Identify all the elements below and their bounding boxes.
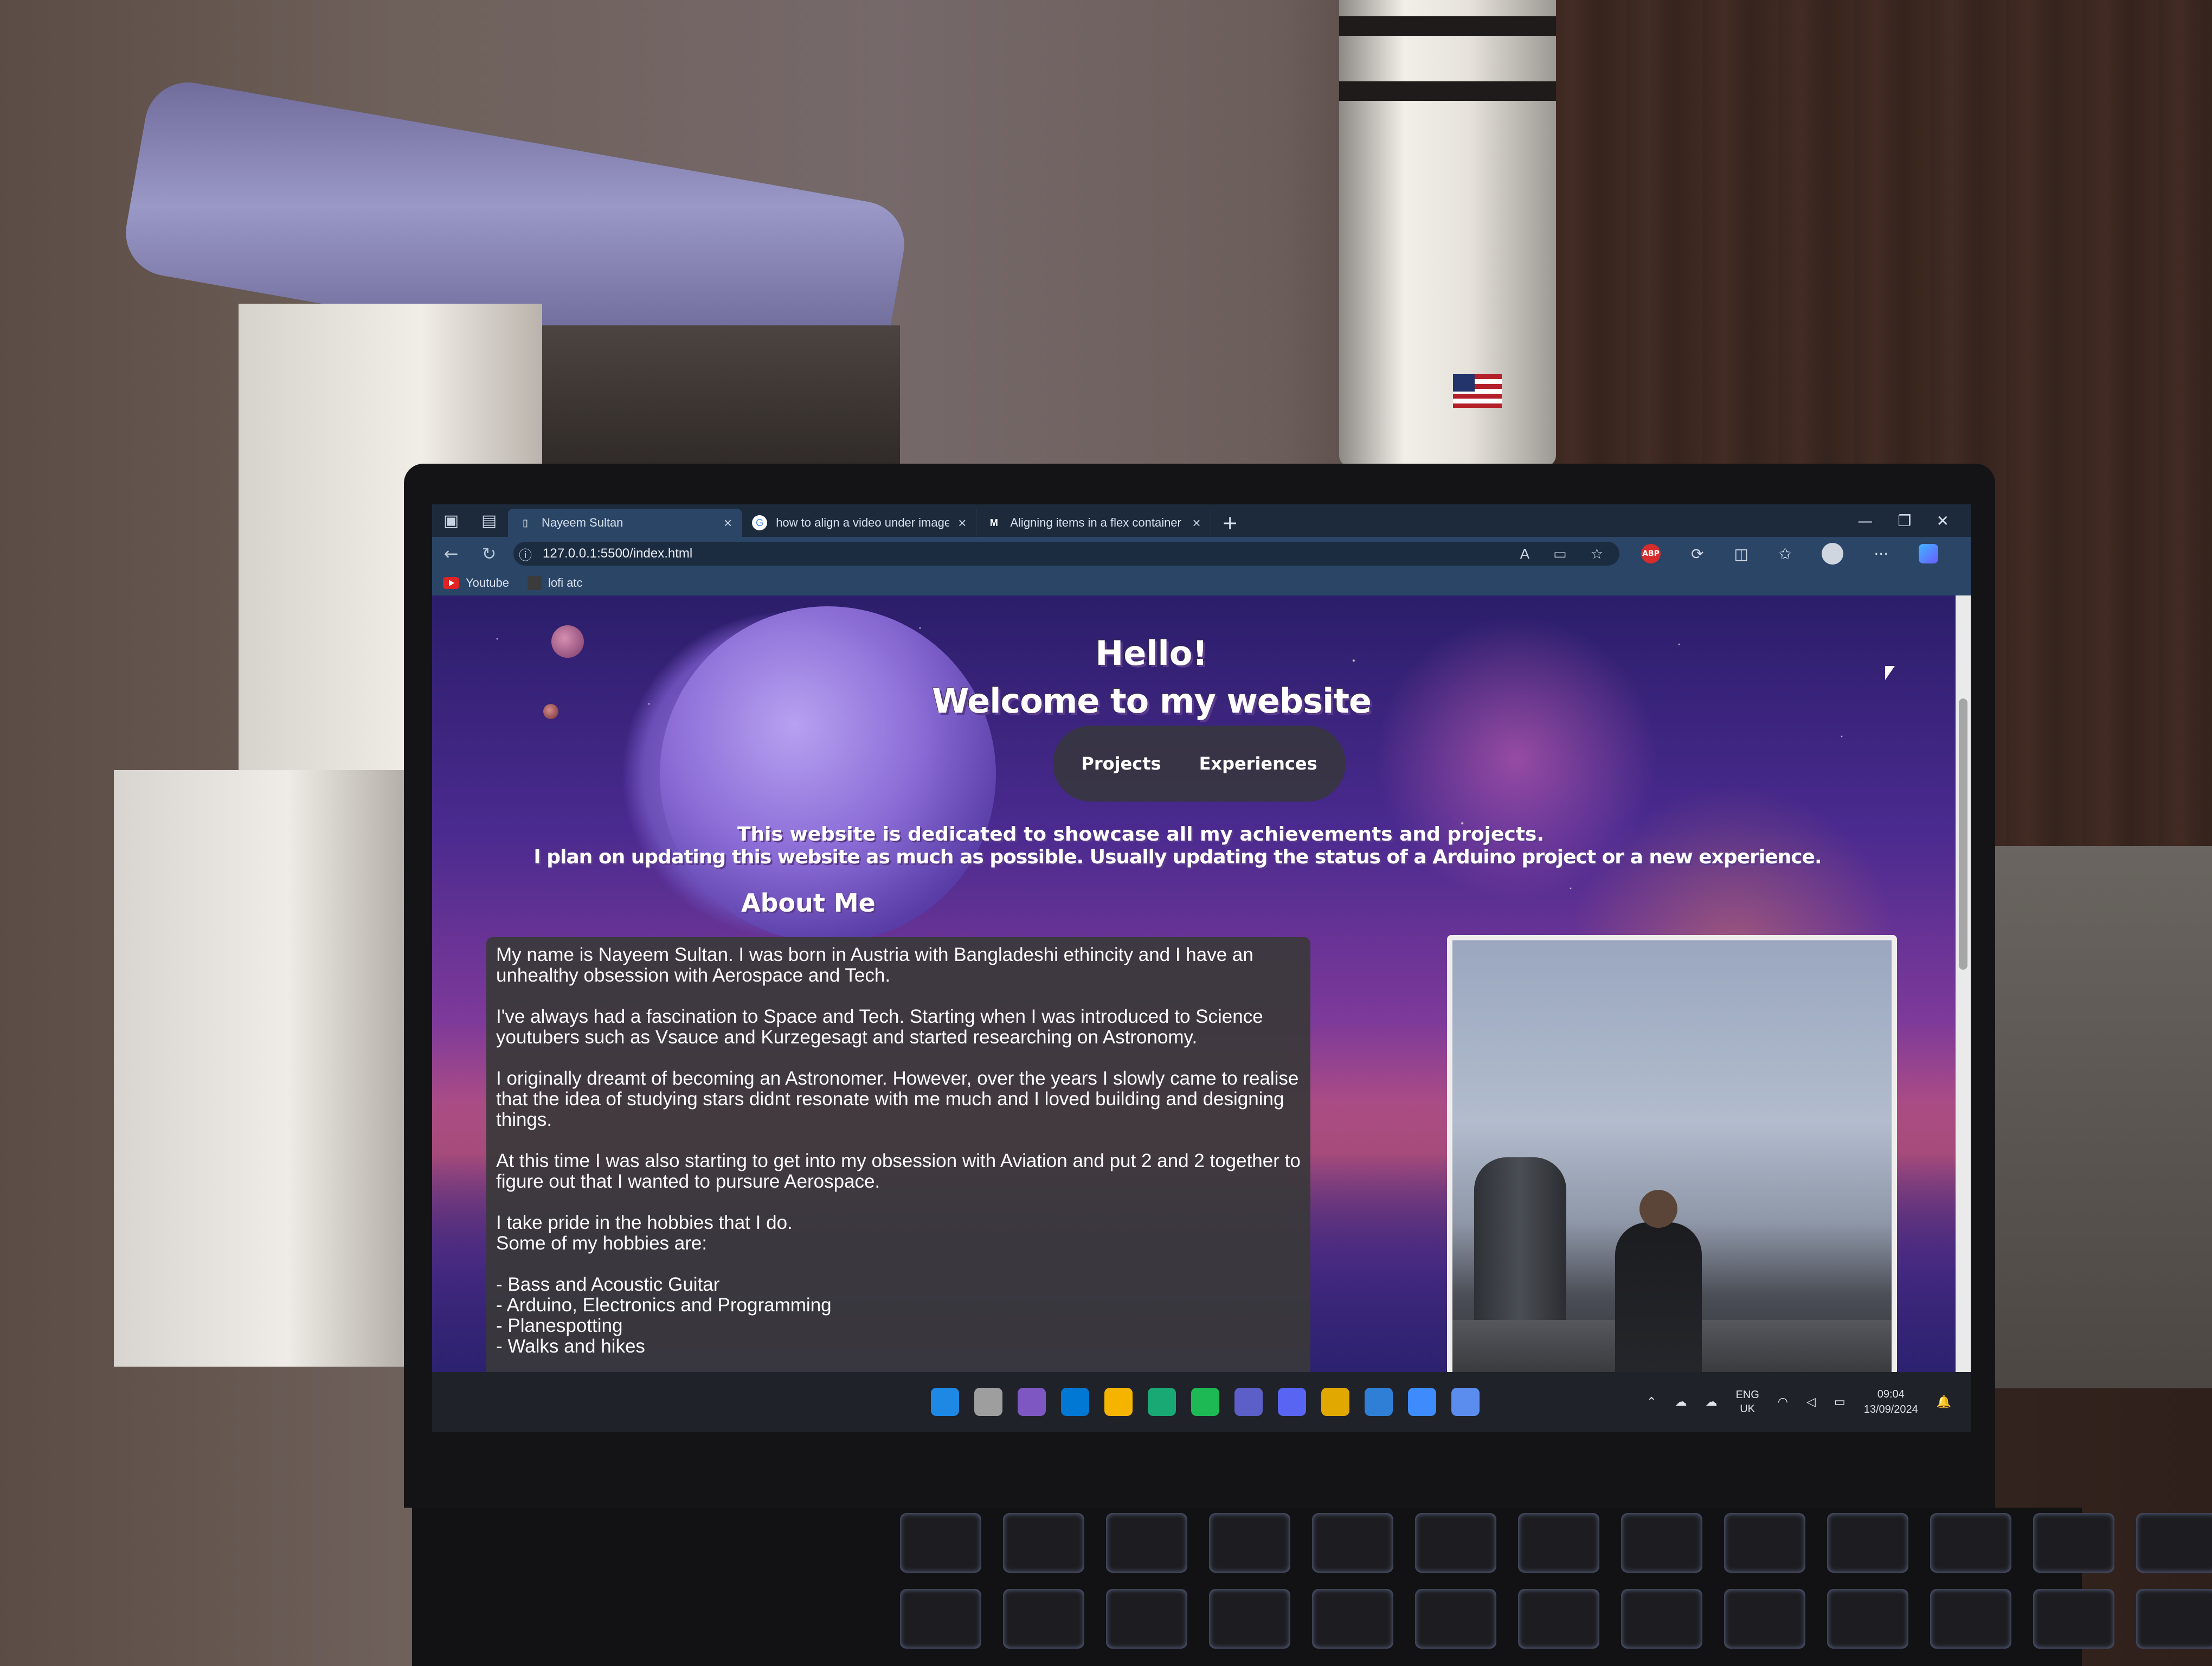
close-icon[interactable]: ×: [724, 515, 732, 531]
language-indicator[interactable]: ENG UK: [1735, 1388, 1759, 1416]
onedrive-icon[interactable]: ☁: [1675, 1395, 1687, 1409]
vscode-icon[interactable]: [1365, 1388, 1393, 1416]
chevron-up-icon[interactable]: ⌃: [1647, 1395, 1656, 1409]
clock[interactable]: 09:04 13/09/2024: [1864, 1387, 1918, 1417]
cloud-icon[interactable]: ☁: [1705, 1395, 1717, 1409]
system-tray: ⌃ ☁ ☁ ENG UK ◠ ◁ ▭ 09:04 13/09/2024 🔔: [1647, 1387, 1951, 1417]
profile-avatar[interactable]: [1822, 543, 1844, 565]
start-icon[interactable]: [931, 1388, 959, 1416]
taskbar-apps: [931, 1388, 1480, 1416]
tab-how-to-align-video[interactable]: G how to align a video under image ×: [742, 509, 977, 537]
youtube-icon: [443, 577, 459, 589]
adblock-icon[interactable]: ABP: [1641, 544, 1661, 563]
bookmarks-bar: Youtube lofi atc: [432, 571, 1971, 595]
outlook-icon[interactable]: [1061, 1388, 1089, 1416]
close-window-icon[interactable]: ✕: [1937, 512, 1949, 530]
workspaces-icon[interactable]: ▣: [432, 504, 470, 537]
scrollbar-thumb[interactable]: [1959, 699, 1967, 970]
laptop-screen: ▣ ▤ ▯ Nayeem Sultan × G how to align a v…: [432, 504, 1971, 1432]
refresh-icon[interactable]: ↻: [470, 543, 508, 564]
app-icon[interactable]: [1408, 1388, 1436, 1416]
spotify-icon[interactable]: [1191, 1388, 1219, 1416]
nav-experiences-link[interactable]: Experiences: [1199, 753, 1317, 774]
favorites-icon[interactable]: ✩: [1779, 545, 1791, 563]
hobby-item: - Walks and hikes: [496, 1336, 645, 1357]
tagline-line-1: This website is dedicated to showcase al…: [737, 823, 1545, 845]
back-icon[interactable]: ←: [432, 543, 470, 564]
tab-aligning-items[interactable]: M Aligning items in a flex container ×: [976, 509, 1211, 537]
tab-actions-icon[interactable]: ▤: [470, 504, 508, 537]
info-icon[interactable]: ⓘ: [513, 544, 537, 563]
mouse-cursor-icon: [1885, 666, 1895, 680]
more-icon[interactable]: ···: [1874, 545, 1888, 563]
mdn-icon: M: [989, 517, 998, 528]
rocket-model: [1339, 0, 1556, 466]
about-paragraph: Some of my hobbies are:: [496, 1233, 708, 1254]
favorite-star-icon[interactable]: ☆: [1591, 546, 1603, 562]
wifi-icon[interactable]: ◠: [1778, 1395, 1788, 1409]
teams-icon[interactable]: [1234, 1388, 1263, 1416]
bookmark-youtube[interactable]: Youtube: [443, 576, 509, 590]
address-bar-row: ← ↻ ⓘ 127.0.0.1:5500/index.html A ▭ ☆ AB…: [432, 537, 1971, 571]
bookmark-lofi-atc[interactable]: lofi atc: [527, 576, 583, 590]
page-icon: ▯: [523, 517, 528, 528]
us-flag-icon: [1453, 374, 1502, 408]
hobby-item: - Arduino, Electronics and Programming: [496, 1295, 832, 1316]
file-explorer-icon[interactable]: [1104, 1388, 1133, 1416]
person-shape: [1615, 1190, 1702, 1372]
url-field[interactable]: ⓘ 127.0.0.1:5500/index.html A ▭ ☆: [513, 542, 1619, 566]
minimize-icon[interactable]: —: [1857, 512, 1873, 530]
split-screen-icon[interactable]: ◫: [1734, 545, 1748, 563]
window-controls: — ❐ ✕: [1857, 504, 1971, 537]
shelf-items: [1984, 846, 2212, 1388]
tab-bar: ▣ ▤ ▯ Nayeem Sultan × G how to align a v…: [432, 504, 1971, 537]
restore-icon[interactable]: ❐: [1898, 512, 1911, 530]
web-page: Hello! Welcome to my website Projects Ex…: [432, 595, 1956, 1372]
copilot-icon[interactable]: [1919, 544, 1939, 563]
tab-nayeem-sultan[interactable]: ▯ Nayeem Sultan ×: [508, 509, 743, 537]
lofi-icon: [527, 576, 542, 590]
about-paragraph: I take pride in the hobbies that I do.: [496, 1212, 793, 1233]
app-icon[interactable]: [1321, 1388, 1349, 1416]
about-me-heading: About Me: [741, 888, 876, 918]
hobby-item: - Bass and Acoustic Guitar: [496, 1274, 720, 1295]
read-aloud-icon[interactable]: A: [1520, 546, 1529, 562]
battery-icon[interactable]: ▭: [1834, 1395, 1846, 1409]
copilot-taskbar-icon[interactable]: [1018, 1388, 1046, 1416]
immersive-reader-icon[interactable]: ▭: [1553, 546, 1567, 562]
about-paragraph: My name is Nayeem Sultan. I was born in …: [496, 944, 1253, 986]
notification-bell-icon[interactable]: 🔔: [1937, 1395, 1951, 1409]
about-paragraph: I originally dreamt of becoming an Astro…: [496, 1068, 1299, 1130]
nav-pill: Projects Experiences: [1053, 726, 1346, 802]
volume-icon[interactable]: ◁: [1806, 1395, 1816, 1409]
task-view-icon[interactable]: [974, 1388, 1002, 1416]
extensions: ABP ⟳ ◫ ✩ ···: [1641, 543, 1939, 565]
nav-projects-link[interactable]: Projects: [1081, 753, 1161, 774]
tagline-line-2: I plan on updating this website as much …: [533, 846, 1822, 868]
page-scrollbar[interactable]: [1956, 595, 1971, 1372]
app-icon[interactable]: [1451, 1388, 1480, 1416]
about-me-text-box: My name is Nayeem Sultan. I was born in …: [486, 937, 1310, 1372]
discord-icon[interactable]: [1278, 1388, 1306, 1416]
windows-taskbar: ⌃ ☁ ☁ ENG UK ◠ ◁ ▭ 09:04 13/09/2024 🔔: [432, 1372, 1971, 1432]
sync-extension-icon[interactable]: ⟳: [1691, 545, 1703, 563]
edge-icon[interactable]: [1148, 1388, 1176, 1416]
laptop: ▣ ▤ ▯ Nayeem Sultan × G how to align a v…: [404, 464, 1995, 1508]
about-paragraph: At this time I was also starting to get …: [496, 1150, 1301, 1192]
hello-heading: Hello!: [1095, 633, 1208, 673]
close-icon[interactable]: ×: [958, 515, 966, 531]
photo-content: [1452, 940, 1892, 1372]
new-tab-button[interactable]: +: [1211, 509, 1249, 537]
close-icon[interactable]: ×: [1192, 515, 1200, 531]
funko-box-bottom: [114, 770, 428, 1367]
about-paragraph: I've always had a fascination to Space a…: [496, 1006, 1263, 1048]
laptop-keyboard: [412, 1508, 2212, 1666]
google-icon: G: [752, 515, 768, 530]
welcome-heading: Welcome to my website: [931, 681, 1372, 721]
profile-photo: [1447, 935, 1897, 1372]
hobby-item: - Planespotting: [496, 1315, 623, 1336]
